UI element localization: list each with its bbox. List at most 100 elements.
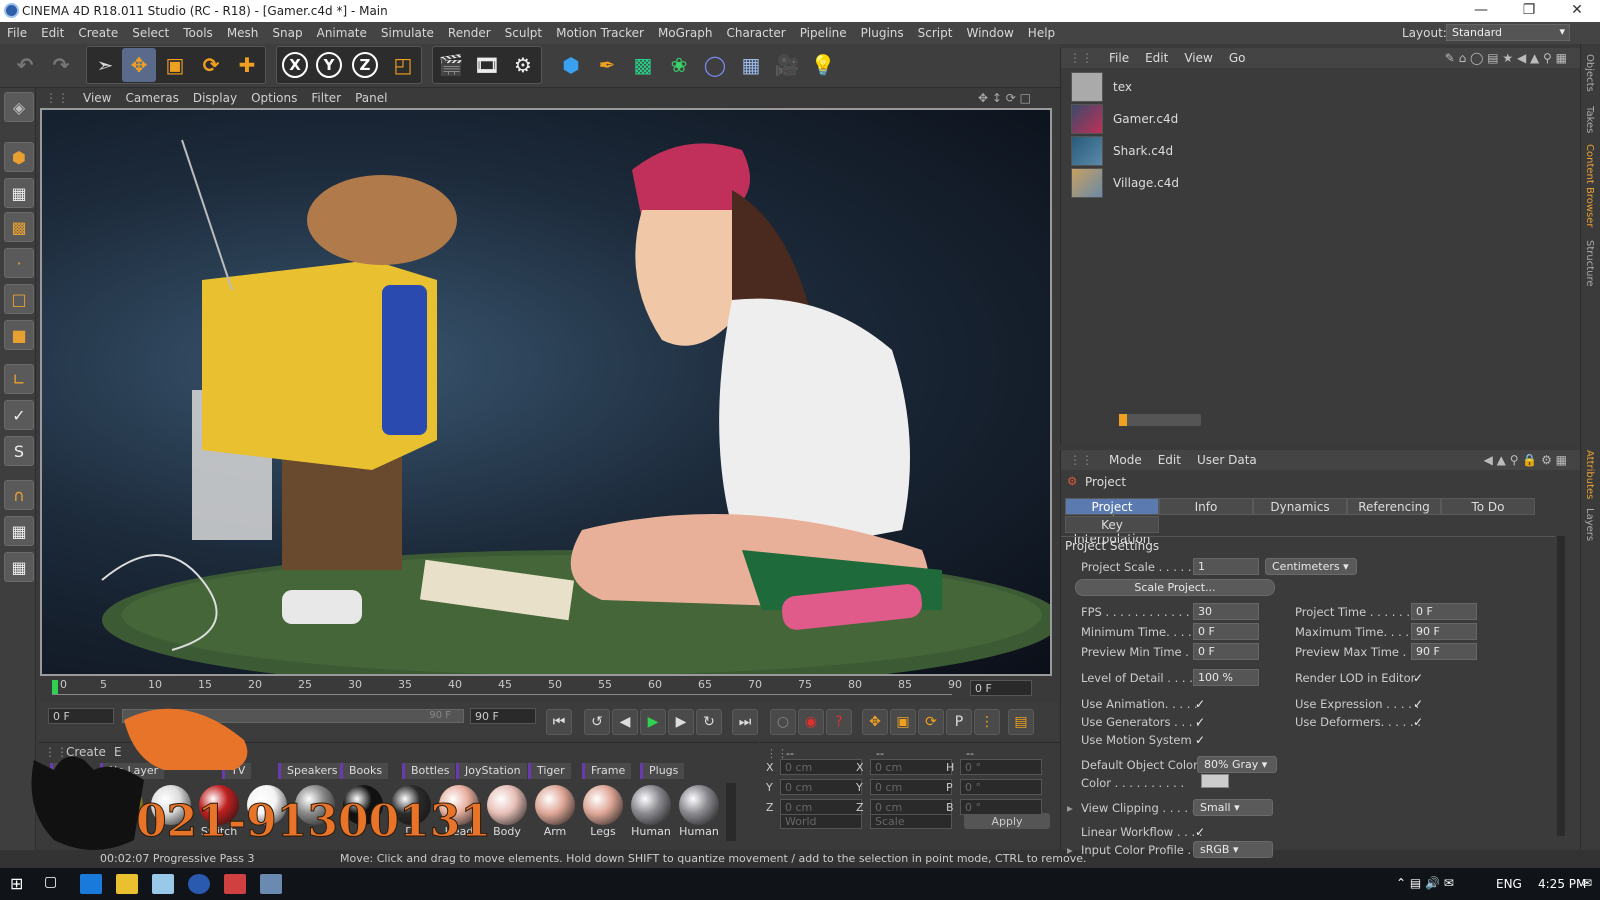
attr-toolbar-icons[interactable]: ◀ ▲ ⚲ 🔒 ⚙ ▦ (1476, 453, 1575, 467)
menu-animate[interactable]: Animate (310, 26, 374, 40)
material-tab-bottles[interactable]: Bottles (402, 763, 456, 779)
material-ball[interactable]: Legs (580, 783, 626, 841)
snap-magnet-icon[interactable]: ∩ (4, 480, 34, 510)
viewport-menu-display[interactable]: Display (186, 91, 244, 105)
menu-create[interactable]: Create (71, 26, 125, 40)
tweak-mode-icon[interactable]: ✓ (4, 400, 34, 430)
linear-workflow-checkbox[interactable]: ✓ (1195, 826, 1207, 838)
thumbnail-size-slider[interactable] (1119, 414, 1201, 426)
min-time-input[interactable]: 0 F (1193, 623, 1259, 640)
menu-script[interactable]: Script (911, 26, 960, 40)
tab-key-interpolation[interactable]: Key Interpolation (1065, 516, 1159, 546)
vtab-layers[interactable]: Layers (1584, 508, 1595, 541)
tray-icons[interactable]: ⌃ ▤ 🔊 ✉ (1396, 876, 1454, 890)
cb-menu-go[interactable]: Go (1221, 51, 1254, 65)
input-color-profile-select[interactable]: sRGB ▾ (1193, 841, 1273, 858)
scale-project-button[interactable]: Scale Project... (1075, 579, 1275, 596)
viewport-nav-icons[interactable]: ✥ ↕ ⟳ □ (971, 91, 1038, 105)
tab-info[interactable]: Info (1159, 498, 1253, 515)
use-deformers-checkbox[interactable]: ✓ (1413, 716, 1425, 728)
viewport-menu-options[interactable]: Options (244, 91, 304, 105)
material-tab-books[interactable]: Books (340, 763, 389, 779)
camera-icon[interactable]: 🎥 (770, 48, 804, 82)
recent-tool-icon[interactable]: ✚ (230, 48, 264, 82)
material-ball[interactable]: Arm (532, 783, 578, 841)
max-time-input[interactable]: 90 F (1411, 623, 1477, 640)
preview-start-field[interactable]: 0 F (48, 708, 114, 724)
menu-simulate[interactable]: Simulate (374, 26, 441, 40)
cb-item-tex[interactable]: tex (1071, 72, 1132, 102)
attr-menu-edit[interactable]: Edit (1150, 453, 1189, 467)
view-clipping-select[interactable]: Small ▾ (1193, 799, 1273, 816)
material-ball[interactable] (244, 783, 290, 841)
cb-menu-view[interactable]: View (1176, 51, 1220, 65)
texture-mode-icon[interactable]: ▦ (4, 178, 34, 208)
app2-taskbar-icon[interactable] (260, 874, 282, 894)
material-menu-create[interactable]: Create (66, 745, 106, 759)
scale-tool-icon[interactable]: ▣ (158, 48, 192, 82)
menu-motion-tracker[interactable]: Motion Tracker (549, 26, 651, 40)
points-mode-icon[interactable]: ⋅ (4, 248, 34, 278)
color-swatch[interactable] (1201, 774, 1229, 788)
material-tab-joystation[interactable]: JoyStation (456, 763, 527, 779)
material-ball[interactable]: Human (676, 783, 722, 841)
material-ball[interactable]: Switch (196, 783, 242, 841)
coord-value-field[interactable]: 0 cm (870, 779, 952, 795)
material-ball[interactable] (52, 783, 98, 841)
light-icon[interactable]: 💡 (806, 48, 840, 82)
vtab-attributes[interactable]: Attributes (1584, 450, 1595, 499)
viewport-menu-view[interactable]: View (76, 91, 118, 105)
edge-browser-icon[interactable] (80, 874, 102, 894)
workplane-icon[interactable]: ▩ (4, 212, 34, 242)
key-position-icon[interactable]: ✥ (862, 709, 888, 735)
timeline-window-icon[interactable]: ▤ (1008, 709, 1034, 735)
attr-scrollbar[interactable] (1557, 536, 1565, 836)
menu-edit[interactable]: Edit (34, 26, 71, 40)
vtab-takes[interactable]: Takes (1584, 106, 1595, 133)
play-icon[interactable]: ▶ (640, 709, 666, 735)
render-view-icon[interactable]: 🎬 (434, 48, 468, 82)
material-ball[interactable] (292, 783, 338, 841)
coord-value-field[interactable]: 0 cm (780, 779, 862, 795)
autokeying-icon[interactable]: ? (826, 709, 852, 735)
solo-icon[interactable]: S (4, 436, 34, 466)
menu-file[interactable]: File (0, 26, 34, 40)
material-ball[interactable] (340, 783, 386, 841)
material-ball[interactable]: Body (484, 783, 530, 841)
minimize-button[interactable]: — (1466, 2, 1496, 18)
expand-arrow-icon[interactable]: ▸ (1067, 801, 1073, 815)
default-object-color-select[interactable]: 80% Gray ▾ (1197, 756, 1277, 773)
project-scale-input[interactable]: 1 (1193, 558, 1259, 575)
axis-y-button[interactable]: Y (312, 48, 346, 82)
notifications-icon[interactable]: ✉ (1582, 876, 1592, 890)
record-active-objects-icon[interactable]: ◉ (798, 709, 824, 735)
timeline-playhead[interactable] (52, 680, 58, 694)
planar-workplane-icon[interactable]: ▦ (4, 552, 34, 582)
menu-mograph[interactable]: MoGraph (651, 26, 720, 40)
move-tool-icon[interactable]: ✥ (122, 48, 156, 82)
rotate-tool-icon[interactable]: ⟳ (194, 48, 228, 82)
previous-frame-icon[interactable]: ◀ (612, 709, 638, 735)
edges-mode-icon[interactable]: □ (4, 284, 34, 314)
tab-project-settings[interactable]: Project Settings (1065, 498, 1159, 528)
cb-item-village[interactable]: Village.c4d (1071, 168, 1179, 198)
tab-to-do[interactable]: To Do (1441, 498, 1535, 515)
undo-icon[interactable]: ↶ (8, 48, 42, 82)
key-point-level-icon[interactable]: ⋮ (974, 709, 1000, 735)
pen-spline-icon[interactable]: ✒ (590, 48, 624, 82)
coord-value-field[interactable]: 0 cm (870, 759, 952, 775)
close-button[interactable]: ✕ (1562, 2, 1592, 18)
language-indicator[interactable]: ENG (1496, 877, 1522, 891)
menu-help[interactable]: Help (1021, 26, 1062, 40)
use-expression-checkbox[interactable]: ✓ (1413, 698, 1425, 710)
deformer-icon[interactable]: ◯ (698, 48, 732, 82)
coord-value-field[interactable]: 0 ° (960, 799, 1042, 815)
material-tab-tv[interactable]: TV (222, 763, 252, 779)
lod-input[interactable]: 100 % (1193, 669, 1259, 686)
apply-button[interactable]: Apply (964, 813, 1050, 829)
coord-value-field[interactable]: 0 cm (780, 799, 862, 815)
go-to-start-icon[interactable]: ⏮ (546, 709, 572, 735)
material-tab-speakers[interactable]: Speakers (278, 763, 344, 779)
viewport-menu-filter[interactable]: Filter (304, 91, 348, 105)
previous-key-icon[interactable]: ↺ (584, 709, 610, 735)
